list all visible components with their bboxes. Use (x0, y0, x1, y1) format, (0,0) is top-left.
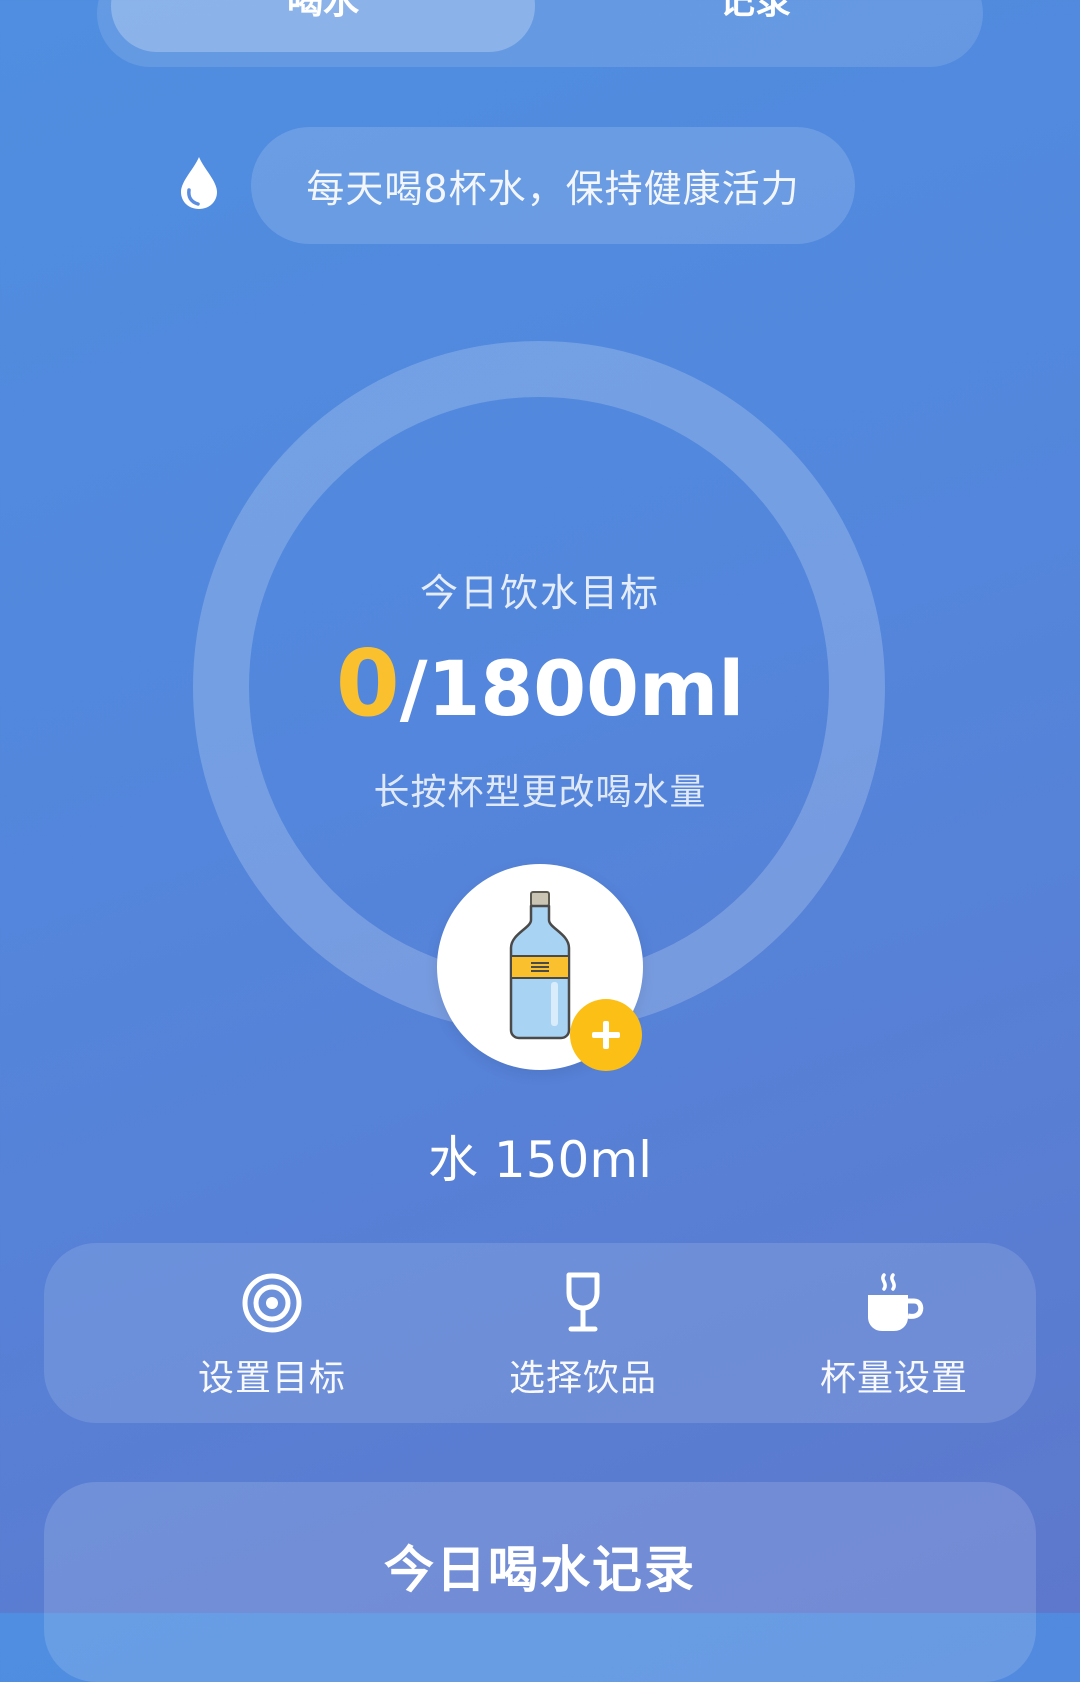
top-tab-bar: 喝水 记录 (97, 0, 983, 67)
choose-drink-label: 选择饮品 (508, 1358, 657, 1399)
daily-goal-label: 今日饮水目标 (419, 571, 660, 615)
wine-glass-icon (566, 1272, 600, 1332)
intake-amount: 0/1800ml (0, 638, 1080, 730)
tab-record[interactable]: 记录 (543, 0, 967, 52)
coffee-cup-icon (868, 1273, 924, 1331)
water-drop-icon (181, 157, 217, 209)
tip-banner: 每天喝8杯水，保持健康活力 (251, 127, 855, 244)
set-goal-button[interactable]: 设置目标 (117, 1243, 427, 1423)
goal-value: /1800ml (399, 644, 745, 733)
action-bar: 设置目标 选择饮品 杯量设置 (44, 1243, 1036, 1423)
tip-text: 每天喝8杯水，保持健康活力 (306, 167, 800, 211)
target-icon (242, 1273, 302, 1333)
choose-drink-button[interactable]: 选择饮品 (428, 1243, 738, 1423)
current-intake-value: 0 (335, 630, 400, 737)
plus-glyph (592, 1021, 620, 1049)
set-goal-label: 设置目标 (197, 1358, 346, 1399)
today-record-title: 今日喝水记录 (384, 1541, 696, 1599)
cup-settings-button[interactable]: 杯量设置 (739, 1243, 1049, 1423)
cup-settings-label: 杯量设置 (819, 1358, 968, 1399)
water-bottle-icon (509, 891, 571, 1040)
cup-size-label: 水 150ml (428, 1131, 652, 1189)
tab-drink[interactable]: 喝水 (111, 0, 535, 52)
long-press-hint: 长按杯型更改喝水量 (373, 772, 707, 813)
plus-icon[interactable] (570, 999, 642, 1071)
